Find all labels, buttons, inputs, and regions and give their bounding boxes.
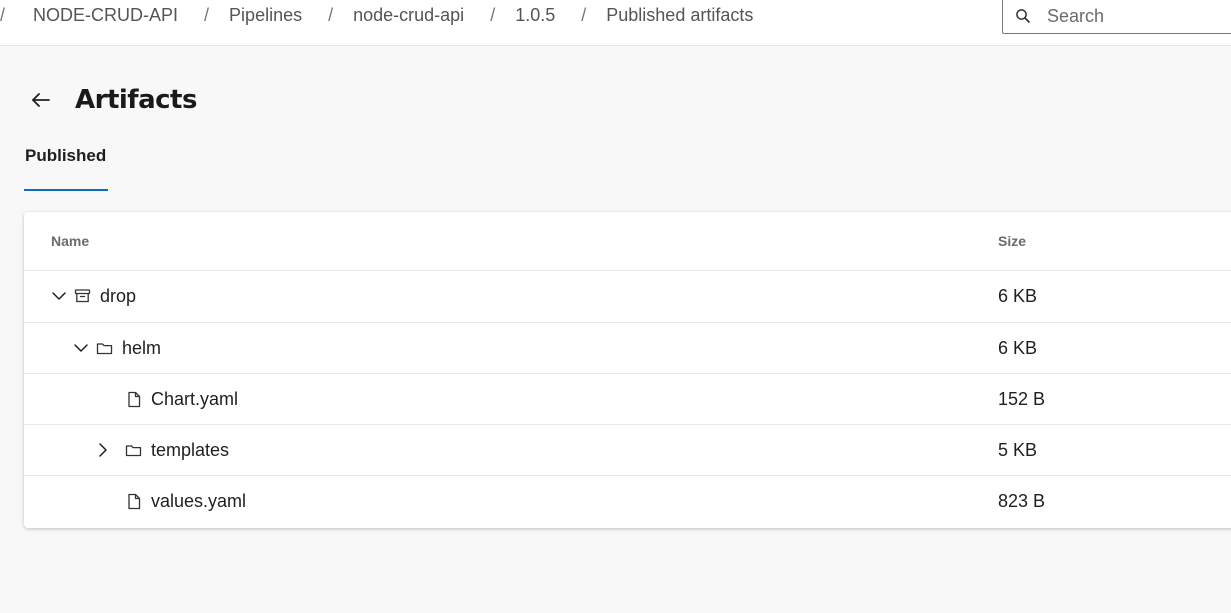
column-header-name[interactable]: Name — [51, 212, 89, 270]
row-name-cell: values.yaml — [125, 476, 246, 526]
breadcrumb-item-pipeline[interactable]: node-crud-api — [353, 5, 490, 26]
chevron-down-icon[interactable] — [72, 339, 90, 357]
page-title: Artifacts — [75, 85, 197, 115]
archive-icon — [73, 287, 91, 305]
row-size: 152 B — [998, 388, 1046, 409]
folder-icon — [124, 441, 142, 459]
row-name: Chart.yaml — [151, 388, 239, 409]
row-name-cell: helm — [72, 323, 161, 373]
back-button[interactable] — [28, 82, 54, 118]
row-name: drop — [100, 285, 137, 306]
breadcrumb-item-run[interactable]: 1.0.5 — [515, 5, 581, 26]
row-name: helm — [122, 337, 162, 358]
search-box[interactable] — [1002, 0, 1231, 34]
top-bar: / NODE-CRUD-API / Pipelines / node-crud-… — [0, 0, 1231, 46]
breadcrumb-separator: / — [0, 4, 6, 25]
row-size: 6 KB — [998, 285, 1038, 306]
folder-icon — [95, 339, 113, 357]
row-name: templates — [151, 439, 230, 460]
chevron-right-icon[interactable] — [94, 441, 112, 459]
file-icon — [125, 492, 143, 510]
table-row[interactable]: Chart.yaml 152 B — [24, 373, 1231, 424]
breadcrumb-separator: / — [581, 4, 587, 25]
row-name-cell: drop — [50, 271, 136, 321]
arrow-left-icon — [32, 93, 50, 107]
breadcrumb: / NODE-CRUD-API / Pipelines / node-crud-… — [0, 0, 753, 30]
tab-published[interactable]: Published — [25, 146, 106, 166]
table-row[interactable]: helm 6 KB — [24, 322, 1231, 373]
row-name: values.yaml — [151, 490, 247, 511]
file-icon — [125, 390, 143, 408]
row-name-cell: templates — [94, 425, 229, 475]
row-size: 5 KB — [998, 439, 1038, 460]
chevron-down-icon[interactable] — [50, 287, 68, 305]
row-size: 6 KB — [998, 337, 1038, 358]
column-header-size[interactable]: Size — [998, 212, 1026, 270]
page-header: Artifacts — [28, 82, 197, 118]
tab-selected-indicator — [24, 189, 108, 191]
row-size: 823 B — [998, 490, 1046, 511]
table-row[interactable]: templates 5 KB — [24, 424, 1231, 475]
breadcrumb-separator: / — [490, 4, 496, 25]
breadcrumb-item-current[interactable]: Published artifacts — [606, 5, 753, 26]
table-row[interactable]: values.yaml 823 B — [24, 475, 1231, 526]
breadcrumb-item-pipelines[interactable]: Pipelines — [229, 5, 328, 26]
table-row[interactable]: drop 6 KB — [24, 270, 1231, 321]
search-icon — [1015, 8, 1037, 24]
breadcrumb-item-project[interactable]: NODE-CRUD-API — [25, 5, 204, 26]
breadcrumb-separator: / — [328, 4, 334, 25]
breadcrumb-separator: / — [204, 4, 210, 25]
artifacts-table: Name Size drop 6 KB helm 6 KB Chart.yaml… — [24, 212, 1231, 528]
row-name-cell: Chart.yaml — [125, 374, 238, 424]
search-input[interactable] — [1045, 4, 1229, 28]
